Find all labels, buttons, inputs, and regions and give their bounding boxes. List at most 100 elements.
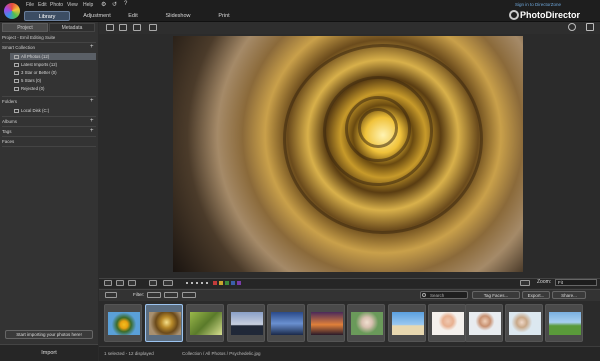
section-tags[interactable]: Tags xyxy=(2,128,97,135)
add-smart-collection-icon[interactable]: + xyxy=(90,44,94,51)
thumbnail[interactable] xyxy=(388,304,426,342)
brand-icon xyxy=(509,10,519,20)
thumbnail[interactable] xyxy=(545,304,583,342)
label-purple-swatch[interactable] xyxy=(237,281,241,285)
import-hint-button[interactable]: Start importing your photos here! xyxy=(5,330,93,339)
help-icon[interactable]: ? xyxy=(124,1,127,7)
add-album-icon[interactable]: + xyxy=(90,118,94,125)
project-title[interactable]: Project - Emil Editing Suite xyxy=(2,34,97,41)
import-icon[interactable] xyxy=(106,24,114,31)
menu-photo[interactable]: Photo xyxy=(50,2,63,8)
export-button[interactable]: Export... xyxy=(522,291,550,299)
add-folder-icon[interactable]: + xyxy=(90,98,94,105)
app-window: File Edit Photo View Help ⚙ ↺ ? Library … xyxy=(0,0,600,361)
thumbnail-image xyxy=(108,312,140,335)
thumbnail[interactable] xyxy=(307,304,345,342)
fullscreen-icon[interactable] xyxy=(149,24,157,31)
tab-metadata[interactable]: Metadata xyxy=(49,23,95,32)
import-button[interactable]: Import xyxy=(0,344,98,361)
spiral-ring xyxy=(283,44,483,234)
collection-label: Rejected (0) xyxy=(21,86,45,91)
section-albums[interactable]: Albums xyxy=(2,118,97,125)
thumbnail-image xyxy=(549,312,581,335)
tab-slideshow[interactable]: Slideshow xyxy=(160,11,196,21)
main-photo[interactable] xyxy=(173,36,523,272)
section-faces[interactable]: Faces xyxy=(2,138,97,145)
view-single-icon[interactable] xyxy=(104,280,112,286)
collection-all-photos[interactable]: All Photos (12) xyxy=(10,53,96,60)
rating-dot[interactable] xyxy=(196,282,198,284)
zoom-select[interactable]: Fit xyxy=(555,279,597,286)
collection-3-star[interactable]: 3 Star or Better (0) xyxy=(10,69,96,76)
collection-icon xyxy=(14,70,19,75)
thumbnail[interactable] xyxy=(186,304,224,342)
collection-icon xyxy=(14,78,19,83)
menu-view[interactable]: View xyxy=(67,2,78,8)
search-icon[interactable] xyxy=(568,23,576,31)
rating-dot[interactable] xyxy=(191,282,193,284)
collection-label: 3 Star or Better (0) xyxy=(21,70,57,75)
add-tag-icon[interactable]: + xyxy=(90,128,94,135)
zoom-label: Zoom: xyxy=(537,279,552,285)
collection-label: 5 Stars (0) xyxy=(21,78,42,83)
thumbnail-image xyxy=(231,312,263,335)
thumbnail[interactable] xyxy=(428,304,466,342)
collection-latest-imports[interactable]: Latest Imports (12) xyxy=(10,61,96,68)
settings-gear-icon[interactable]: ⚙ xyxy=(101,1,106,8)
thumbnail[interactable] xyxy=(267,304,305,342)
thumbnail-image xyxy=(311,312,343,335)
collection-label: All Photos (12) xyxy=(21,54,50,59)
label-blue-swatch[interactable] xyxy=(231,281,235,285)
view-survey-icon[interactable] xyxy=(128,280,136,286)
divider xyxy=(2,116,96,117)
thumbnail-image xyxy=(190,312,222,335)
panel-toggle-icon[interactable] xyxy=(586,23,594,31)
rating-dot[interactable] xyxy=(201,282,203,284)
filmstrip-toggle-icon[interactable] xyxy=(105,292,117,298)
grid-view-icon[interactable] xyxy=(119,24,127,31)
menu-help[interactable]: Help xyxy=(83,2,93,8)
folder-local-disk[interactable]: Local Disk (C:) xyxy=(10,107,96,114)
section-folders[interactable]: Folders xyxy=(2,98,97,105)
view-compare-icon[interactable] xyxy=(116,280,124,286)
filter-flag-dropdown[interactable] xyxy=(147,292,161,298)
search-input[interactable]: Search xyxy=(420,291,468,299)
filter-color-dropdown[interactable] xyxy=(182,292,196,298)
compare-icon[interactable] xyxy=(520,280,530,286)
tab-edit[interactable]: Edit xyxy=(122,11,144,21)
rating-dot[interactable] xyxy=(206,282,208,284)
thumbnail[interactable] xyxy=(505,304,543,342)
label-green-swatch[interactable] xyxy=(225,281,229,285)
tab-library[interactable]: Library xyxy=(24,11,70,21)
thumbnail[interactable] xyxy=(104,304,142,342)
rating-dot[interactable] xyxy=(186,282,188,284)
thumbnail-image xyxy=(392,312,424,335)
share-button[interactable]: Share... xyxy=(552,291,586,299)
thumbnail[interactable] xyxy=(347,304,385,342)
collection-icon xyxy=(14,54,19,59)
label-red-swatch[interactable] xyxy=(213,281,217,285)
compare-view-icon[interactable] xyxy=(133,24,141,31)
filter-rating-dropdown[interactable] xyxy=(164,292,178,298)
collection-5-stars[interactable]: 5 Stars (0) xyxy=(10,77,96,84)
path-status: Collection / All Photos / Psychedelic.jp… xyxy=(182,351,261,356)
collection-rejected[interactable]: Rejected (0) xyxy=(10,85,96,92)
folder-label: Local Disk (C:) xyxy=(21,108,50,113)
thumbnail[interactable] xyxy=(465,304,503,342)
rotate-icon[interactable] xyxy=(149,280,157,286)
tag-faces-button[interactable]: Tag Faces... xyxy=(472,291,520,299)
section-smart-collection[interactable]: Smart Collection xyxy=(2,44,97,51)
nav-icon[interactable] xyxy=(163,280,173,286)
thumbnail-selected[interactable] xyxy=(145,304,183,342)
signin-link[interactable]: Sign in to DirectorZone xyxy=(515,2,561,7)
tab-project[interactable]: Project xyxy=(2,23,48,32)
tab-print[interactable]: Print xyxy=(213,11,235,21)
divider xyxy=(2,42,96,43)
thumbnail[interactable] xyxy=(227,304,265,342)
label-yellow-swatch[interactable] xyxy=(219,281,223,285)
undo-icon[interactable]: ↺ xyxy=(112,1,117,8)
menu-edit[interactable]: Edit xyxy=(38,2,47,8)
divider xyxy=(2,96,96,97)
menu-file[interactable]: File xyxy=(26,2,34,8)
tab-adjustment[interactable]: Adjustment xyxy=(74,11,120,21)
